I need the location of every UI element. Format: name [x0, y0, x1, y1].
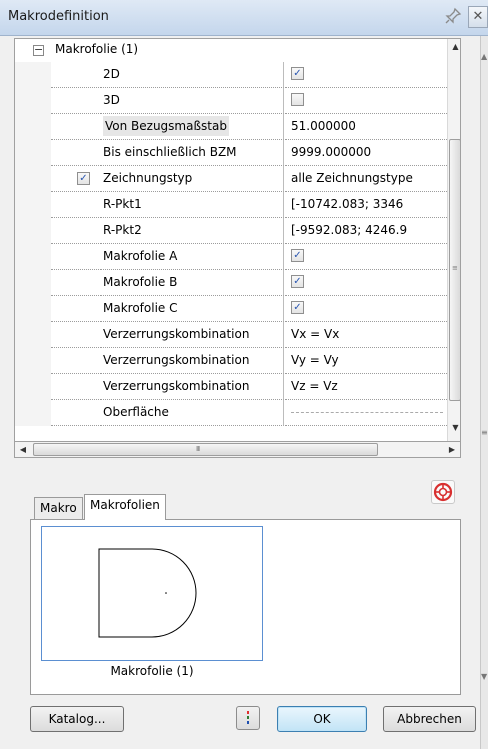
close-icon[interactable]: ✕ — [468, 6, 488, 28]
collapse-icon[interactable]: − — [33, 44, 44, 56]
property-name: Makrofolie A — [101, 244, 284, 270]
property-row[interactable]: 2D ✓ — [15, 62, 447, 88]
property-value[interactable]: alle Zeichnungstype — [285, 166, 447, 192]
property-name: Makrofolie B — [101, 270, 284, 296]
title-bar: Makrodefinition ✕ — [0, 0, 488, 36]
scroll-up-icon[interactable]: ▲ — [448, 39, 460, 55]
property-value[interactable] — [285, 88, 447, 114]
property-row[interactable]: Oberfläche — [15, 400, 447, 426]
property-row[interactable]: 3D — [15, 88, 447, 114]
property-row[interactable]: ✓ Zeichnungstyp alle Zeichnungstype — [15, 166, 447, 192]
property-value[interactable]: ✓ — [285, 270, 447, 296]
property-name: Verzerrungskombination — [101, 322, 284, 348]
property-value[interactable]: ✓ — [285, 62, 447, 88]
macro-foil-thumbnail[interactable] — [41, 526, 263, 661]
property-row[interactable]: R-Pkt1 [-10742.083; 3346 — [15, 192, 447, 218]
property-value[interactable]: 9999.000000 — [285, 140, 447, 166]
property-value[interactable]: [-9592.083; 4246.9 — [285, 218, 447, 244]
cancel-button[interactable]: Abbrechen — [383, 706, 476, 732]
property-name: Verzerrungskombination — [101, 374, 284, 400]
scroll-up-arrow-icon: ▲ — [481, 52, 488, 61]
window-title: Makrodefinition — [8, 9, 109, 24]
property-value[interactable]: [-10742.083; 3346 — [285, 192, 447, 218]
property-name: R-Pkt2 — [101, 218, 284, 244]
scroll-right-icon[interactable]: ▶ — [444, 442, 460, 457]
zeichnungstyp-checkbox[interactable]: ✓ — [77, 172, 90, 185]
property-row[interactable]: Bis einschließlich BZM 9999.000000 — [15, 140, 447, 166]
property-row[interactable]: Verzerrungskombination Vy = Vy — [15, 348, 447, 374]
vertical-scrollbar[interactable]: ▲ ≡ ▼ — [447, 39, 460, 441]
property-row[interactable]: Makrofolie C ✓ — [15, 296, 447, 322]
background-window-edge — [480, 36, 488, 749]
property-row[interactable]: Makrofolie A ✓ — [15, 244, 447, 270]
d-shape-drawing — [98, 548, 197, 638]
checkbox-checked[interactable]: ✓ — [291, 249, 304, 262]
scroll-down-icon[interactable]: ▼ — [448, 420, 460, 436]
scroll-thumb[interactable]: III — [33, 443, 378, 456]
property-row[interactable]: Verzerrungskombination Vz = Vz — [15, 374, 447, 400]
checkbox-checked[interactable]: ✓ — [291, 275, 304, 288]
checkbox-checked[interactable]: ✓ — [291, 301, 304, 314]
scroll-down-arrow-icon: ▼ — [481, 672, 488, 681]
scroll-grip-icon: ≡ — [481, 428, 488, 437]
property-name: 3D — [101, 88, 284, 114]
catalog-button[interactable]: Katalog... — [30, 706, 124, 732]
category-makrofolie[interactable]: − Makrofolie (1) — [15, 39, 447, 61]
property-name: Oberfläche — [101, 400, 284, 426]
property-name: 2D — [101, 62, 284, 88]
property-name: R-Pkt1 — [101, 192, 284, 218]
color-bars-icon[interactable] — [236, 706, 260, 730]
property-value[interactable]: Vx = Vx — [285, 322, 447, 348]
checkbox-checked[interactable]: ✓ — [291, 67, 304, 80]
horizontal-scrollbar[interactable]: ◀ III ▶ — [14, 441, 461, 458]
scroll-left-icon[interactable]: ◀ — [15, 442, 31, 457]
tab-makrofolien[interactable]: Makrofolien — [84, 494, 166, 520]
pin-icon[interactable] — [443, 7, 463, 27]
property-grid: − Makrofolie (1) 2D ✓ 3D Von Bezugsmaßst… — [14, 38, 461, 441]
property-row[interactable]: Makrofolie B ✓ — [15, 270, 447, 296]
property-row[interactable]: R-Pkt2 [-9592.083; 4246.9 — [15, 218, 447, 244]
checkbox-unchecked[interactable] — [291, 93, 304, 106]
property-name: Verzerrungskombination — [101, 348, 284, 374]
property-name: Makrofolie C — [101, 296, 284, 322]
scroll-thumb[interactable]: ≡ — [449, 139, 460, 401]
property-value-empty[interactable] — [285, 400, 447, 426]
property-name-selected: Von Bezugsmaßstab — [101, 114, 284, 140]
target-icon[interactable] — [431, 480, 455, 504]
property-row[interactable]: Von Bezugsmaßstab 51.000000 — [15, 114, 447, 140]
property-row[interactable]: Verzerrungskombination Vx = Vx — [15, 322, 447, 348]
category-label: Makrofolie (1) — [55, 42, 139, 56]
ok-button[interactable]: OK — [277, 706, 367, 732]
thumbnail-caption: Makrofolie (1) — [110, 664, 194, 678]
property-name: Zeichnungstyp — [101, 166, 284, 192]
tab-makro[interactable]: Makro — [34, 497, 83, 519]
property-value[interactable]: ✓ — [285, 244, 447, 270]
property-value[interactable]: ✓ — [285, 296, 447, 322]
property-name: Bis einschließlich BZM — [101, 140, 284, 166]
property-value[interactable]: 51.000000 — [285, 114, 447, 140]
property-value[interactable]: Vy = Vy — [285, 348, 447, 374]
property-value[interactable]: Vz = Vz — [285, 374, 447, 400]
